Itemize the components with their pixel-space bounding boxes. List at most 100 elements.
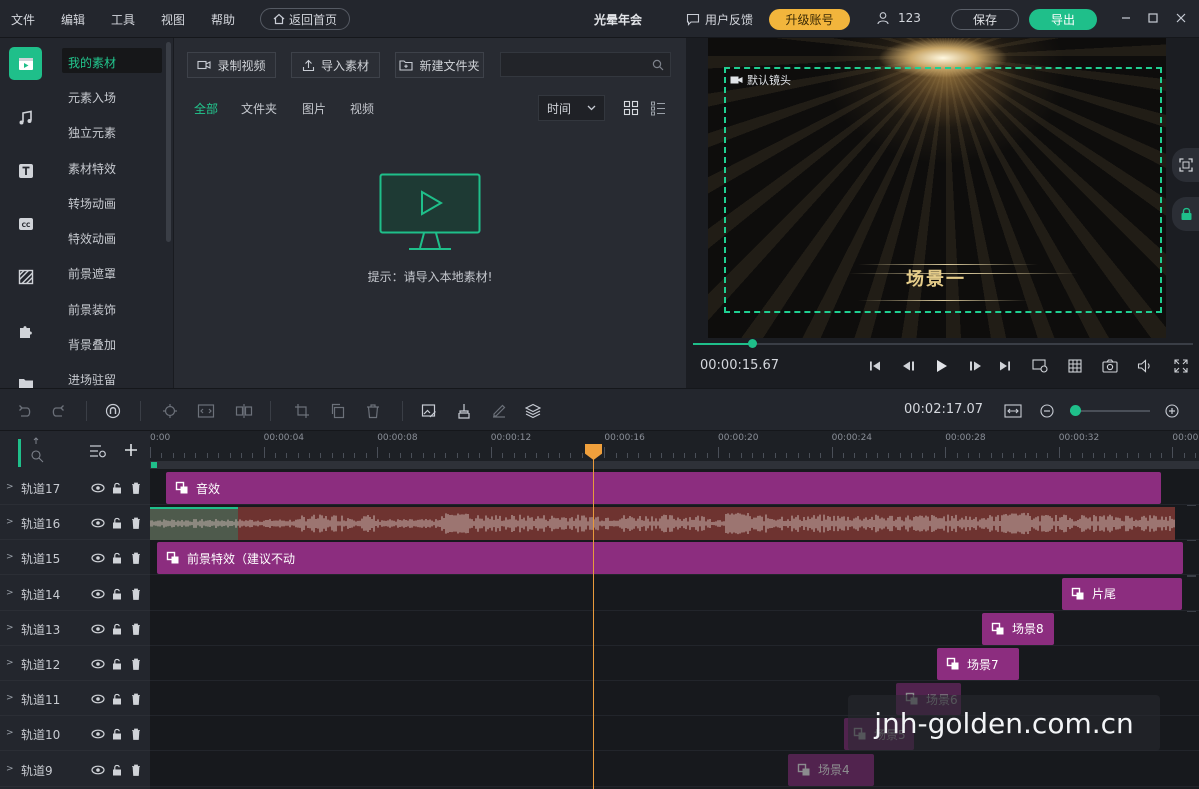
expand-track-icon[interactable]: > [6,658,14,668]
menu-tools[interactable]: 工具 [111,11,135,28]
track-header[interactable]: > 轨道17 [0,471,150,505]
expand-track-icon[interactable]: > [6,728,14,738]
trim-button[interactable] [196,401,216,421]
time-ruler[interactable]: 0:00 00:00:04 00:00:08 00:00:12 00:00:16 00:0… [150,431,1199,461]
filter-tab-folders[interactable]: 文件夹 [241,100,277,117]
delete-button[interactable] [363,401,383,421]
unlock-button[interactable] [110,481,124,495]
menu-view[interactable]: 视图 [161,11,185,28]
zoom-slider-handle[interactable] [1069,405,1081,416]
track-header[interactable]: > 轨道11 [0,682,150,717]
category-scrollbar[interactable] [166,42,171,242]
category-my-assets[interactable]: 我的素材 [68,54,116,71]
category-background-overlay[interactable]: 背景叠加 [68,336,116,353]
grid-toggle-button[interactable] [1064,356,1086,376]
expand-track-icon[interactable]: > [6,764,14,774]
trash-button[interactable] [129,587,143,601]
category-transitions[interactable]: 转场动画 [68,195,116,212]
visibility-eye-button[interactable] [91,587,105,601]
undo-button[interactable] [15,401,35,421]
split-button[interactable] [234,401,254,421]
upgrade-account-button[interactable]: 升级账号 [769,9,850,30]
sidebar-plugin-button[interactable] [9,314,42,347]
track-height-slider[interactable] [16,435,44,469]
sidebar-subtitle-button[interactable]: CC [9,207,42,240]
trash-button[interactable] [129,657,143,671]
visibility-eye-button[interactable] [91,763,105,777]
expand-track-icon[interactable]: > [6,517,14,527]
home-button[interactable]: 返回首页 [260,8,350,30]
new-folder-button[interactable]: 新建文件夹 [395,52,484,78]
fullscreen-fit-button[interactable] [1172,148,1199,182]
unlock-button[interactable] [110,551,124,565]
timeline-clip[interactable]: 场景8 [982,612,1054,645]
timeline-track-row[interactable]: 场景4 [150,752,1199,787]
in-point-marker[interactable] [151,462,157,468]
lock-canvas-button[interactable] [1172,197,1199,231]
timeline-track-row[interactable]: 场景8 [150,611,1199,646]
unlock-button[interactable] [110,692,124,706]
visibility-eye-button[interactable] [91,692,105,706]
timeline-track-row[interactable]: 音效 [150,471,1199,505]
export-button[interactable]: 导出 [1029,9,1097,30]
trash-button[interactable] [129,622,143,636]
sidebar-filter-button[interactable] [9,260,42,293]
zoom-in-button[interactable] [1162,401,1182,421]
unlock-button[interactable] [110,516,124,530]
media-search-input[interactable] [500,52,671,77]
save-button[interactable]: 保存 [951,9,1019,30]
brush-button[interactable] [454,401,474,421]
visibility-eye-button[interactable] [91,657,105,671]
filter-tab-all[interactable]: 全部 [194,100,218,117]
crop-button[interactable] [292,401,312,421]
filter-tab-videos[interactable]: 视频 [350,100,374,117]
screen-record-button[interactable] [1029,356,1051,376]
menu-file[interactable]: 文件 [11,11,35,28]
visibility-eye-button[interactable] [91,622,105,636]
track-header[interactable]: > 轨道15 [0,541,150,576]
trash-button[interactable] [129,692,143,706]
copy-button[interactable] [328,401,348,421]
close-button[interactable] [1171,8,1191,28]
sidebar-text-button[interactable] [9,154,42,187]
menu-help[interactable]: 帮助 [211,11,235,28]
maximize-button[interactable] [1143,8,1163,28]
timeline-clip[interactable]: 前景特效（建议不动 [157,542,1183,575]
track-header[interactable]: > 轨道9 [0,753,150,787]
menu-edit[interactable]: 编辑 [61,11,85,28]
category-foreground-decor[interactable]: 前景装饰 [68,301,116,318]
sort-dropdown[interactable]: 时间 [538,95,605,121]
timeline-track-row[interactable]: 场景7 [150,647,1199,681]
track-header[interactable]: > 轨道13 [0,612,150,646]
track-header[interactable]: > 轨道16 [0,506,150,541]
grid-view-button[interactable] [623,100,639,116]
unlock-button[interactable] [110,657,124,671]
category-standalone-elements[interactable]: 独立元素 [68,124,116,141]
expand-track-icon[interactable]: > [6,552,14,562]
sidebar-music-button[interactable] [9,101,42,134]
edit-properties-button[interactable] [489,401,509,421]
playback-progress-handle[interactable] [747,339,757,348]
track-header[interactable]: > 轨道10 [0,717,150,752]
trash-button[interactable] [129,481,143,495]
timeline-clip[interactable]: 音效 [166,472,1161,504]
unlock-button[interactable] [110,727,124,741]
magnet-snap-button[interactable] [103,401,123,421]
expand-track-icon[interactable]: > [6,588,14,598]
fit-timeline-button[interactable] [1003,401,1023,421]
track-settings-button[interactable] [89,443,107,459]
feedback-button[interactable]: 用户反馈 [686,11,753,28]
snapshot-button[interactable] [1099,356,1121,376]
category-asset-effects[interactable]: 素材特效 [68,160,116,177]
record-video-button[interactable]: 录制视频 [187,52,276,78]
category-element-entrance[interactable]: 元素入场 [68,89,116,106]
prev-frame-button[interactable] [898,356,920,376]
user-account[interactable]: 123 [876,11,921,25]
skip-end-button[interactable] [994,356,1016,376]
play-button[interactable] [931,356,953,376]
visibility-eye-button[interactable] [91,551,105,565]
unlock-button[interactable] [110,622,124,636]
fullscreen-button[interactable] [1170,356,1192,376]
category-effect-animation[interactable]: 特效动画 [68,230,116,247]
category-foreground-mask[interactable]: 前景遮罩 [68,265,116,282]
